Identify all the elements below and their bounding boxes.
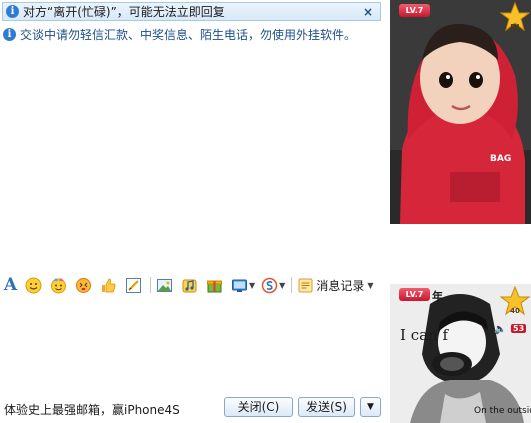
security-notice-text: 交谈中请勿轻信汇款、中奖信息、陌生电话，勿使用外挂软件。	[20, 27, 357, 42]
contact-avatar-image	[390, 0, 531, 224]
footer-bar: 体验史上最强邮箱，赢iPhone4S 关闭(C) 发送(S) ▼	[0, 397, 384, 419]
input-method-icon[interactable]	[261, 277, 278, 294]
away-status-text: 对方“离开(忙碌)”，可能无法立即回复	[23, 5, 225, 19]
speaker-icon: 🔈	[494, 324, 507, 335]
avatar-art-text: I can f	[400, 326, 449, 344]
font-icon[interactable]: A	[2, 275, 19, 295]
nudge-icon[interactable]	[75, 277, 92, 294]
history-label: 消息记录	[316, 278, 365, 293]
security-notice: i 交谈中请勿轻信汇款、中奖信息、陌生电话，勿使用外挂软件。	[2, 26, 381, 42]
send-button[interactable]: 发送(S)	[298, 397, 355, 417]
send-options-button[interactable]: ▼	[360, 397, 381, 417]
info-icon: i	[6, 5, 19, 18]
screenshot-icon[interactable]	[125, 277, 142, 294]
chat-panel: i 对方“离开(忙碌)”，可能无法立即回复 × i 交谈中请勿轻信汇款、中奖信息…	[0, 0, 384, 423]
history-dropdown-icon: ▼	[367, 280, 374, 290]
avatar-heading: 年	[432, 290, 443, 303]
self-avatar[interactable]: LV.7 年 I can f 40 🔈 53 On the outside	[390, 284, 531, 423]
message-input[interactable]	[0, 300, 384, 390]
video-icon[interactable]	[231, 277, 248, 294]
music-icon[interactable]	[181, 277, 198, 294]
shirt-text: BAG	[490, 154, 512, 164]
gift-icon[interactable]	[206, 277, 223, 294]
star-count: 54	[510, 23, 520, 31]
contact-avatar[interactable]: LV.7 54 BAG	[390, 0, 531, 224]
info-icon: i	[3, 27, 16, 41]
star-icon: 54	[500, 2, 530, 32]
mail-promo-link[interactable]: 体验史上最强邮箱，赢iPhone4S	[4, 401, 180, 418]
thumbs-up-icon[interactable]	[100, 277, 117, 294]
magic-expression-icon[interactable]	[50, 277, 67, 294]
close-icon[interactable]: ×	[361, 5, 375, 19]
history-icon	[297, 277, 314, 294]
toolbar-divider	[150, 277, 151, 293]
input-method-dropdown-icon[interactable]: ▼	[279, 281, 285, 290]
corner-tag: 53	[511, 324, 527, 333]
avatar-caption: On the outside	[474, 406, 531, 416]
toolbar-divider	[291, 277, 293, 293]
star-count: 40	[510, 307, 520, 315]
video-dropdown-icon[interactable]: ▼	[249, 281, 255, 290]
level-badge: LV.7	[399, 288, 430, 301]
history-button[interactable]: 消息记录 ▼	[297, 277, 379, 294]
close-button[interactable]: 关闭(C)	[224, 397, 293, 417]
away-status-banner: i 对方“离开(忙碌)”，可能无法立即回复 ×	[2, 2, 381, 21]
image-icon[interactable]	[156, 277, 173, 294]
smiley-icon[interactable]	[25, 277, 42, 294]
message-toolbar: A ▼ ▼ 消息记录 ▼	[0, 274, 384, 296]
star-icon: 40	[500, 286, 530, 316]
level-badge: LV.7	[399, 4, 430, 17]
